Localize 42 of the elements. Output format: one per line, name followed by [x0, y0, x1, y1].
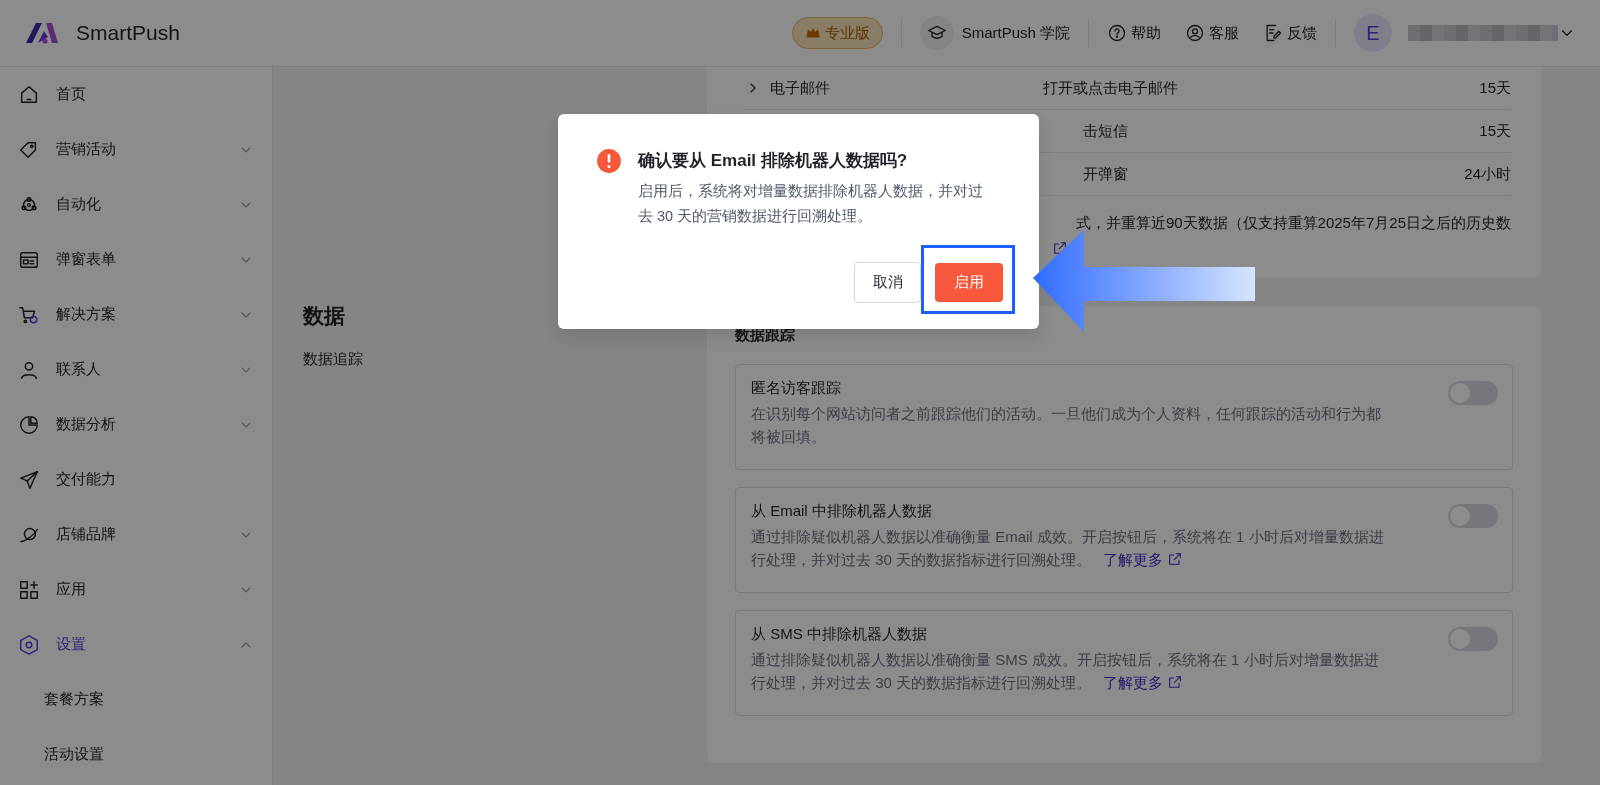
sidebar-item[interactable]: 数据分析 [0, 397, 272, 452]
learn-more-link[interactable]: 了解更多 [1103, 674, 1184, 691]
option-title: 匿名访客跟踪 [751, 377, 842, 398]
avatar[interactable]: E [1354, 14, 1392, 52]
section-subtitle: 数据追踪 [303, 348, 364, 369]
option-description: 通过排除疑似机器人数据以准确衡量 SMS 成效。开启按钮后，系统将在 1 小时后对增量数据进行处理，并对过去 30 天的数据指标进行回溯处理。 了解更多 [751, 650, 1380, 693]
sidebar-item[interactable]: 首页 [0, 67, 272, 122]
section-title: 数据 [303, 303, 346, 329]
option-title: 从 SMS 中排除机器人数据 [751, 623, 928, 644]
academy-link[interactable]: SmartPush 学院 [961, 21, 1070, 45]
sidebar-item[interactable]: 应用 [0, 562, 272, 617]
logo-text: SmartPush [76, 20, 180, 47]
sidebar-item[interactable]: 设置 [0, 617, 272, 672]
sidebar-item[interactable]: 解决方案 [0, 287, 272, 342]
dialog-message: 启用后，系统将对增量数据排除机器人数据，并对过去 30 天的营销数据进行回溯处理。 [638, 182, 984, 226]
table-cell: 打开或点击电子邮件 [1043, 78, 1178, 96]
table-cell-text: 15天 [1479, 120, 1511, 141]
cancel-button[interactable]: 取消 [854, 262, 921, 303]
sidebar-item[interactable]: 交付能力 [0, 452, 272, 507]
sidebar-subitem[interactable]: 活动设置 [0, 727, 272, 782]
enable-button[interactable]: 启用 [935, 263, 1003, 302]
dialog-title: 确认要从 Email 排除机器人数据吗? [638, 150, 908, 173]
table-cell-text: 15天 [1479, 77, 1511, 98]
table-cell-text: 24小时 [1464, 163, 1511, 184]
option-description: 在识别每个网站访问者之前跟踪他们的活动。一旦他们成为个人资料，任何跟踪的活动和行为都将被回填。 [751, 404, 1382, 447]
table-cell: 开弹窗 [1083, 164, 1128, 182]
plan-badge: 专业版 [791, 16, 883, 50]
table-cell: 电子邮件 [770, 78, 830, 96]
option-description: 通过排除疑似机器人数据以准确衡量 Email 成效。开启按钮后，系统将在 1 小时后对增量数据进行处理，并对过去 30 天的数据指标进行回溯处理。 了解更多 [751, 527, 1385, 570]
sidebar-item[interactable]: 店铺品牌 [0, 507, 272, 562]
note-text: 式，并重算近90天数据（仅支持重算2025年7月25日之后的历史数 [1075, 213, 1511, 233]
sidebar-item[interactable]: 弹窗表单 [0, 232, 272, 287]
table-cell: 击短信 [1083, 121, 1128, 139]
learn-more-link[interactable]: 了解更多 [1103, 551, 1184, 568]
option-title: 从 Email 中排除机器人数据 [751, 500, 933, 521]
header-link[interactable]: 帮助 [1107, 21, 1161, 45]
sidebar-subitem[interactable]: 套餐方案 [0, 672, 272, 727]
sidebar-item[interactable]: 自动化 [0, 177, 272, 232]
sidebar-item[interactable]: 联系人 [0, 342, 272, 397]
sidebar-item[interactable]: 营销活动 [0, 122, 272, 177]
header-link[interactable]: 客服 [1185, 21, 1239, 45]
header-link[interactable]: 反馈 [1263, 21, 1317, 45]
